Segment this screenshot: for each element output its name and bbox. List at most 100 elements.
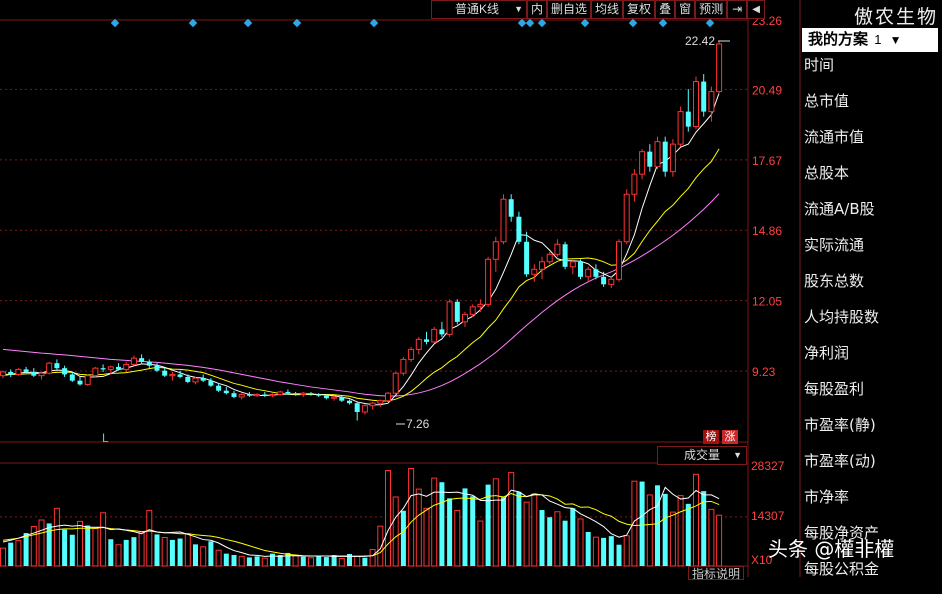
volume-bar xyxy=(570,508,576,566)
volume-bar xyxy=(677,495,684,567)
volume-bar xyxy=(254,556,260,566)
volume-bar xyxy=(623,535,630,567)
candle-body xyxy=(331,396,338,399)
jump-end-icon[interactable]: ⇥ xyxy=(727,0,748,19)
info-panel: 傲农生物 我的方案 1 ▼ 时间 总市值 流通市值 总股本 流通A/B股 实际流… xyxy=(800,0,942,578)
candle-body xyxy=(208,380,214,386)
toolbar-button-remove-watchlist[interactable]: 删自选 xyxy=(547,0,592,19)
candle-body xyxy=(300,392,307,395)
volume-bar xyxy=(215,549,222,567)
candle-body xyxy=(231,393,237,397)
field-float-ab-shares: 流通A/B股 xyxy=(804,200,875,218)
candle-body xyxy=(38,372,45,377)
indicator-help-button[interactable]: 指标说明 xyxy=(688,566,745,580)
collapse-left-icon[interactable]: ◀ xyxy=(747,0,766,19)
volume-bar xyxy=(447,498,453,566)
volume-bar xyxy=(716,514,723,567)
candle-body xyxy=(562,244,568,267)
toolbar-button-overlay[interactable]: 叠 xyxy=(655,0,676,19)
candle-body xyxy=(323,395,329,399)
candle-body xyxy=(415,338,422,350)
volume-bar xyxy=(46,523,52,566)
volume-bar xyxy=(415,488,422,567)
field-actual-float: 实际流通 xyxy=(804,236,865,254)
scheme-select[interactable]: 我的方案 1 ▼ xyxy=(802,28,938,52)
candle-body xyxy=(446,301,453,335)
toolbar-button-forecast[interactable]: 预测 xyxy=(695,0,728,19)
candle-body xyxy=(500,198,507,243)
toolbar-button-window[interactable]: 窗 xyxy=(675,0,696,19)
volume-bar xyxy=(470,496,476,566)
candle-body xyxy=(431,328,438,343)
candle-body xyxy=(701,81,707,112)
volume-bar xyxy=(231,555,237,566)
candle-body xyxy=(569,261,576,268)
candle-body xyxy=(123,363,130,370)
volume-bar xyxy=(62,529,68,566)
volume-bar xyxy=(292,555,299,567)
candle-body xyxy=(469,306,476,315)
candle-body xyxy=(262,394,268,396)
candle-body xyxy=(339,396,345,401)
high-price-label: 22.42 xyxy=(685,34,715,48)
volume-bar xyxy=(261,557,268,567)
candle-body xyxy=(424,339,429,342)
kline-type-select[interactable]: 普通K线 ▼ xyxy=(431,0,527,19)
stock-name: 傲农生物 xyxy=(853,6,938,28)
candle-body xyxy=(361,405,368,413)
price-tick-label: 17.67 xyxy=(752,154,782,168)
volume-indicator-select[interactable]: 成交量 ▼ xyxy=(657,446,747,465)
price-tick-label: 14.86 xyxy=(752,224,782,238)
toolbar-button-inner[interactable]: 内 xyxy=(527,0,548,19)
candle-body xyxy=(623,193,630,243)
volume-bar xyxy=(338,557,345,567)
candle-body xyxy=(616,241,622,280)
candle-body xyxy=(130,357,137,365)
candle-body xyxy=(477,303,484,308)
ma5-line xyxy=(2,92,720,406)
volume-bar xyxy=(246,557,252,566)
field-pe-dynamic: 市盈率(动) xyxy=(804,452,876,470)
volume-bar xyxy=(639,481,645,566)
candle-body xyxy=(177,374,183,377)
candle-body xyxy=(31,371,37,376)
candle-body xyxy=(347,400,352,404)
candle-body xyxy=(84,375,91,385)
toolbar-button-adjust[interactable]: 复权 xyxy=(623,0,656,19)
candle-body xyxy=(392,372,399,394)
volume-bar xyxy=(454,509,461,567)
candle-body xyxy=(662,141,668,172)
volume-bar xyxy=(53,507,60,567)
rank-badge[interactable]: 榜 xyxy=(703,430,719,444)
toolbar-button-ma[interactable]: 均线 xyxy=(591,0,624,19)
volume-axis-mid: 14307 xyxy=(751,509,785,523)
candle-body xyxy=(54,363,60,369)
field-net-profit: 净利润 xyxy=(804,344,850,362)
candle-body xyxy=(439,329,445,335)
candle-body xyxy=(162,370,168,376)
candle-body xyxy=(15,368,22,375)
volume-bar xyxy=(193,544,198,566)
candle-body xyxy=(62,368,68,375)
volume-bar xyxy=(123,539,129,566)
volume-bar xyxy=(523,501,530,567)
volume-bar xyxy=(554,511,561,567)
candle-body xyxy=(100,368,106,370)
candle-body xyxy=(693,81,699,128)
field-capital-reserve: 每股公积金 xyxy=(804,560,880,578)
candle-body xyxy=(462,313,468,323)
volume-bar xyxy=(115,544,122,567)
volume-bar xyxy=(38,519,45,567)
field-list: 时间 总市值 流通市值 总股本 流通A/B股 实际流通 股东总数 人均持股数 净… xyxy=(804,54,879,594)
candle-body xyxy=(708,91,715,113)
volume-bar xyxy=(385,470,391,567)
volume-bar xyxy=(108,539,114,566)
price-axis: 23.2620.4917.6714.8612.059.23 xyxy=(752,14,782,379)
rise-badge[interactable]: 涨 xyxy=(722,430,738,444)
candle-body xyxy=(554,243,561,255)
volume-bar xyxy=(492,478,499,567)
candle-body xyxy=(8,371,14,375)
scheme-label: 我的方案 xyxy=(808,31,869,48)
volume-bar xyxy=(354,555,361,567)
volume-bar xyxy=(92,528,99,567)
